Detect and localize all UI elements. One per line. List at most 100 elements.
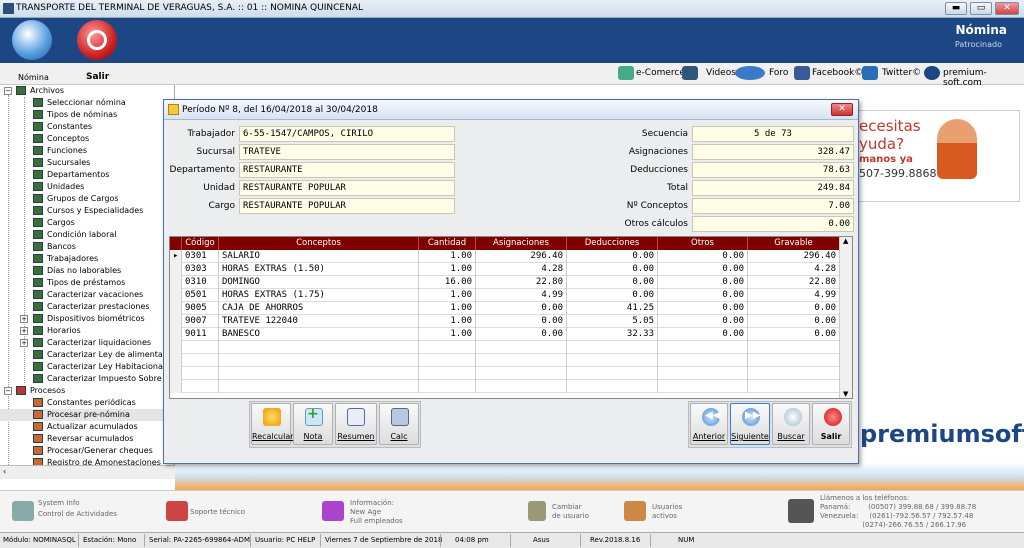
tree-item[interactable]: Grupos de Cargos <box>0 193 174 205</box>
salir-button-label[interactable]: Salir <box>86 72 109 82</box>
table-row[interactable]: 0501 HORAS EXTRAS (1.75) 1.00 4.99 0.00 0.00 4… <box>170 289 840 302</box>
col-asignaciones[interactable]: Asignaciones <box>476 237 567 250</box>
recalcular-button[interactable]: Recalcular <box>251 403 294 445</box>
tree-item[interactable]: Condición laboral <box>0 229 174 241</box>
col-otros[interactable]: Otros <box>658 237 748 250</box>
minimize-button[interactable]: ▬ <box>945 2 967 15</box>
tree-item[interactable]: Caracterizar Impuesto Sobre la R <box>0 373 174 385</box>
twitter-icon[interactable] <box>862 66 878 80</box>
activos-label[interactable]: activos <box>652 512 677 520</box>
tree-node-procesos[interactable]: − Procesos <box>0 385 174 397</box>
nomina-button-label[interactable]: Nómina <box>18 73 49 82</box>
tree-item[interactable]: Departamentos <box>0 169 174 181</box>
buscar-button[interactable]: Buscar <box>772 403 810 445</box>
field-cargo[interactable]: RESTAURANTE POPULAR <box>239 198 455 214</box>
tree-item[interactable]: Seleccionar nómina <box>0 97 174 109</box>
tree-item[interactable]: Procesar/Generar cheques <box>0 445 174 457</box>
tree-item[interactable]: Reversar acumulados <box>0 433 174 445</box>
dialog-close-button[interactable]: ✕ <box>831 103 853 116</box>
collapse-icon[interactable]: − <box>4 387 12 395</box>
table-row[interactable]: 0310 DOMINGO 16.00 22.80 0.00 0.00 22.80 <box>170 276 840 289</box>
cambiar-label[interactable]: Cambiar <box>552 503 582 511</box>
website-link[interactable]: premium-soft.com <box>943 68 1024 88</box>
table-row[interactable]: ▸ 0301 SALARIO 1.00 296.40 0.00 0.00 296.40 <box>170 250 840 263</box>
tree-item[interactable]: Trabajadores <box>0 253 174 265</box>
support-icon[interactable] <box>166 501 188 521</box>
ecommerce-link[interactable]: e-Comerce <box>636 68 685 78</box>
field-unidad[interactable]: RESTAURANTE POPULAR <box>239 180 455 196</box>
facebook-icon[interactable] <box>794 66 810 80</box>
info-label[interactable]: Información: <box>350 499 394 507</box>
table-row[interactable] <box>170 380 840 393</box>
table-row[interactable]: 9007 TRATEVE 122040 1.00 0.00 5.05 0.00 0.00 <box>170 315 840 328</box>
tree-item[interactable]: + Horarios <box>0 325 174 337</box>
soporte-label[interactable]: Soporte técnico <box>190 508 245 516</box>
scroll-up-icon[interactable]: ▲ <box>843 237 848 245</box>
tree-item[interactable]: Caracterizar vacaciones <box>0 289 174 301</box>
foro-icon[interactable] <box>735 66 765 80</box>
de-usuario-label[interactable]: de usuario <box>552 512 589 520</box>
close-window-button[interactable]: ✕ <box>995 2 1019 15</box>
siguiente-button[interactable]: ▶▶ Siguiente <box>730 403 770 445</box>
lock-icon[interactable] <box>528 501 546 521</box>
col-codigo[interactable]: Código <box>182 237 219 250</box>
users-icon[interactable] <box>624 501 646 521</box>
table-row[interactable]: 0303 HORAS EXTRAS (1.50) 1.00 4.28 0.00 0.00 4… <box>170 263 840 276</box>
anterior-button[interactable]: ◀◀ Anterior <box>690 403 728 445</box>
conceptos-grid[interactable]: Código Conceptos Cantidad Asignaciones D… <box>169 236 853 399</box>
tree-item[interactable]: Caracterizar Ley de alimentación <box>0 349 174 361</box>
tree-item[interactable]: Tipos de nóminas <box>0 109 174 121</box>
usuarios-label[interactable]: Usuarios <box>652 503 682 511</box>
tree-item[interactable]: Unidades <box>0 181 174 193</box>
tree-item[interactable]: Actualizar acumulados <box>0 421 174 433</box>
collapse-icon[interactable]: − <box>4 87 12 95</box>
system-info-label[interactable]: System Info <box>38 499 80 507</box>
information-icon[interactable] <box>322 501 344 521</box>
field-sucursal[interactable]: TRATEVE <box>239 144 455 160</box>
tree-item[interactable]: Bancos <box>0 241 174 253</box>
salir-icon[interactable] <box>77 20 117 60</box>
tree-item[interactable]: Procesar pre-nómina <box>0 409 174 421</box>
col-cantidad[interactable]: Cantidad <box>419 237 476 250</box>
salir-button[interactable]: Salir <box>812 403 850 445</box>
scroll-left-icon[interactable]: ‹ <box>3 467 6 476</box>
tree-item[interactable]: Conceptos <box>0 133 174 145</box>
help-ad-banner[interactable]: ecesitas yuda? manos ya 507-399.8868 <box>858 110 1020 202</box>
ecommerce-icon[interactable] <box>618 66 634 80</box>
tree-item[interactable]: Caracterizar Ley Habitacional (F <box>0 361 174 373</box>
table-row[interactable]: 9005 CAJA DE AHORROS 1.00 0.00 41.25 0.00 0.00 <box>170 302 840 315</box>
tree-item[interactable]: Constantes <box>0 121 174 133</box>
table-row[interactable] <box>170 354 840 367</box>
system-info-icon[interactable] <box>12 501 34 521</box>
scroll-down-icon[interactable]: ▼ <box>843 390 848 398</box>
tree-item[interactable]: Funciones <box>0 145 174 157</box>
control-actividades-label[interactable]: Control de Actividades <box>38 510 117 518</box>
twitter-link[interactable]: Twitter© <box>882 68 921 78</box>
field-departamento[interactable]: RESTAURANTE <box>239 162 455 178</box>
table-row[interactable] <box>170 341 840 354</box>
col-gravable[interactable]: Gravable <box>748 237 840 250</box>
videos-link[interactable]: Videos <box>706 68 736 78</box>
facebook-link[interactable]: Facebook© <box>812 68 863 78</box>
tree-item[interactable]: Constantes periódicas <box>0 397 174 409</box>
tree-item[interactable]: Sucursales <box>0 157 174 169</box>
grid-vertical-scrollbar[interactable]: ▲ ▼ <box>839 237 852 398</box>
globe-icon[interactable] <box>924 66 940 80</box>
expand-icon[interactable]: + <box>20 327 28 335</box>
expand-icon[interactable]: + <box>20 339 28 347</box>
foro-link[interactable]: Foro <box>769 68 788 78</box>
tree-item[interactable]: Cargos <box>0 217 174 229</box>
tree-item[interactable]: Caracterizar prestaciones <box>0 301 174 313</box>
col-conceptos[interactable]: Conceptos <box>219 237 419 250</box>
nomina-icon[interactable] <box>12 20 52 60</box>
tree-item[interactable]: + Dispositivos biométricos <box>0 313 174 325</box>
resumen-button[interactable]: Resumen <box>335 403 377 445</box>
nota-button[interactable]: + Nota <box>293 403 333 445</box>
tree-item[interactable]: Tipos de préstamos <box>0 277 174 289</box>
videos-icon[interactable] <box>682 66 698 80</box>
col-deducciones[interactable]: Deducciones <box>567 237 658 250</box>
tree-item[interactable]: Cursos y Especialidades <box>0 205 174 217</box>
tree-item[interactable]: Días no laborables <box>0 265 174 277</box>
tree-node-archivos[interactable]: − Archivos <box>0 85 174 97</box>
field-trabajador[interactable]: 6-55-1547/CAMPOS, CIRILO <box>239 126 455 142</box>
